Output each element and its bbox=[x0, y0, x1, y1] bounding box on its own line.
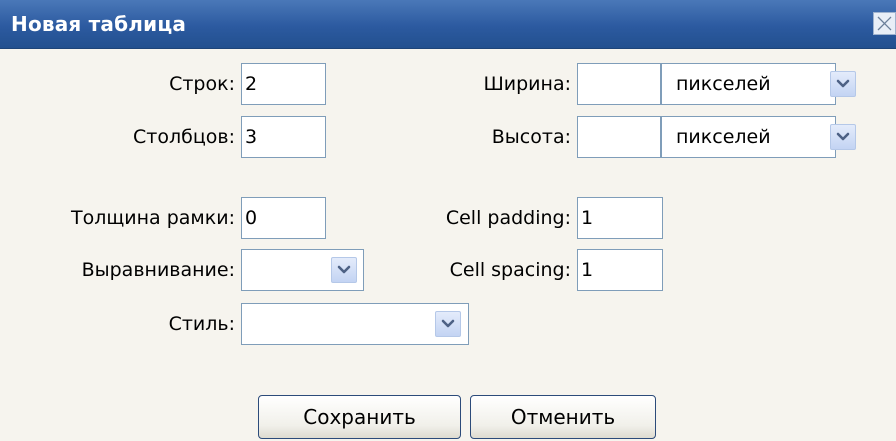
width-label: Ширина: bbox=[483, 73, 571, 95]
cell-spacing-label: Cell spacing: bbox=[449, 259, 571, 281]
style-label: Стиль: bbox=[168, 313, 235, 335]
cell-padding-label: Cell padding: bbox=[445, 207, 571, 229]
cols-input[interactable]: 3 bbox=[241, 116, 326, 158]
dialog-titlebar: Новая таблица bbox=[0, 0, 896, 49]
cancel-button[interactable]: Отменить bbox=[470, 395, 656, 439]
align-select[interactable] bbox=[241, 249, 364, 291]
close-button[interactable] bbox=[873, 12, 896, 35]
height-unit-value: пикселей bbox=[676, 126, 771, 148]
rows-label: Строк: bbox=[169, 73, 235, 95]
width-input[interactable] bbox=[577, 63, 661, 105]
save-button[interactable]: Сохранить bbox=[258, 395, 461, 439]
height-unit-select[interactable]: пикселей bbox=[661, 116, 856, 158]
align-label: Выравнивание: bbox=[81, 259, 235, 281]
cols-label: Столбцов: bbox=[133, 126, 235, 148]
width-unit-value: пикселей bbox=[676, 73, 771, 95]
dialog-title: Новая таблица bbox=[11, 12, 187, 36]
chevron-down-icon[interactable] bbox=[435, 311, 461, 337]
cell-padding-input[interactable]: 1 bbox=[577, 197, 663, 239]
border-input[interactable]: 0 bbox=[241, 197, 326, 239]
rows-input[interactable]: 2 bbox=[241, 63, 326, 105]
style-select[interactable] bbox=[241, 303, 469, 345]
width-unit-select[interactable]: пикселей bbox=[661, 63, 856, 105]
chevron-down-icon[interactable] bbox=[830, 71, 856, 97]
chevron-down-icon[interactable] bbox=[830, 124, 856, 150]
chevron-down-icon[interactable] bbox=[331, 257, 357, 283]
cell-spacing-input[interactable]: 1 bbox=[577, 249, 663, 291]
dialog-content: Строк: 2 Ширина: пикселей Столбцов: 3 Вы… bbox=[0, 49, 896, 441]
height-input[interactable] bbox=[577, 116, 661, 158]
close-x-icon bbox=[877, 16, 892, 31]
border-label: Толщина рамки: bbox=[71, 207, 235, 229]
height-label: Высота: bbox=[491, 126, 571, 148]
